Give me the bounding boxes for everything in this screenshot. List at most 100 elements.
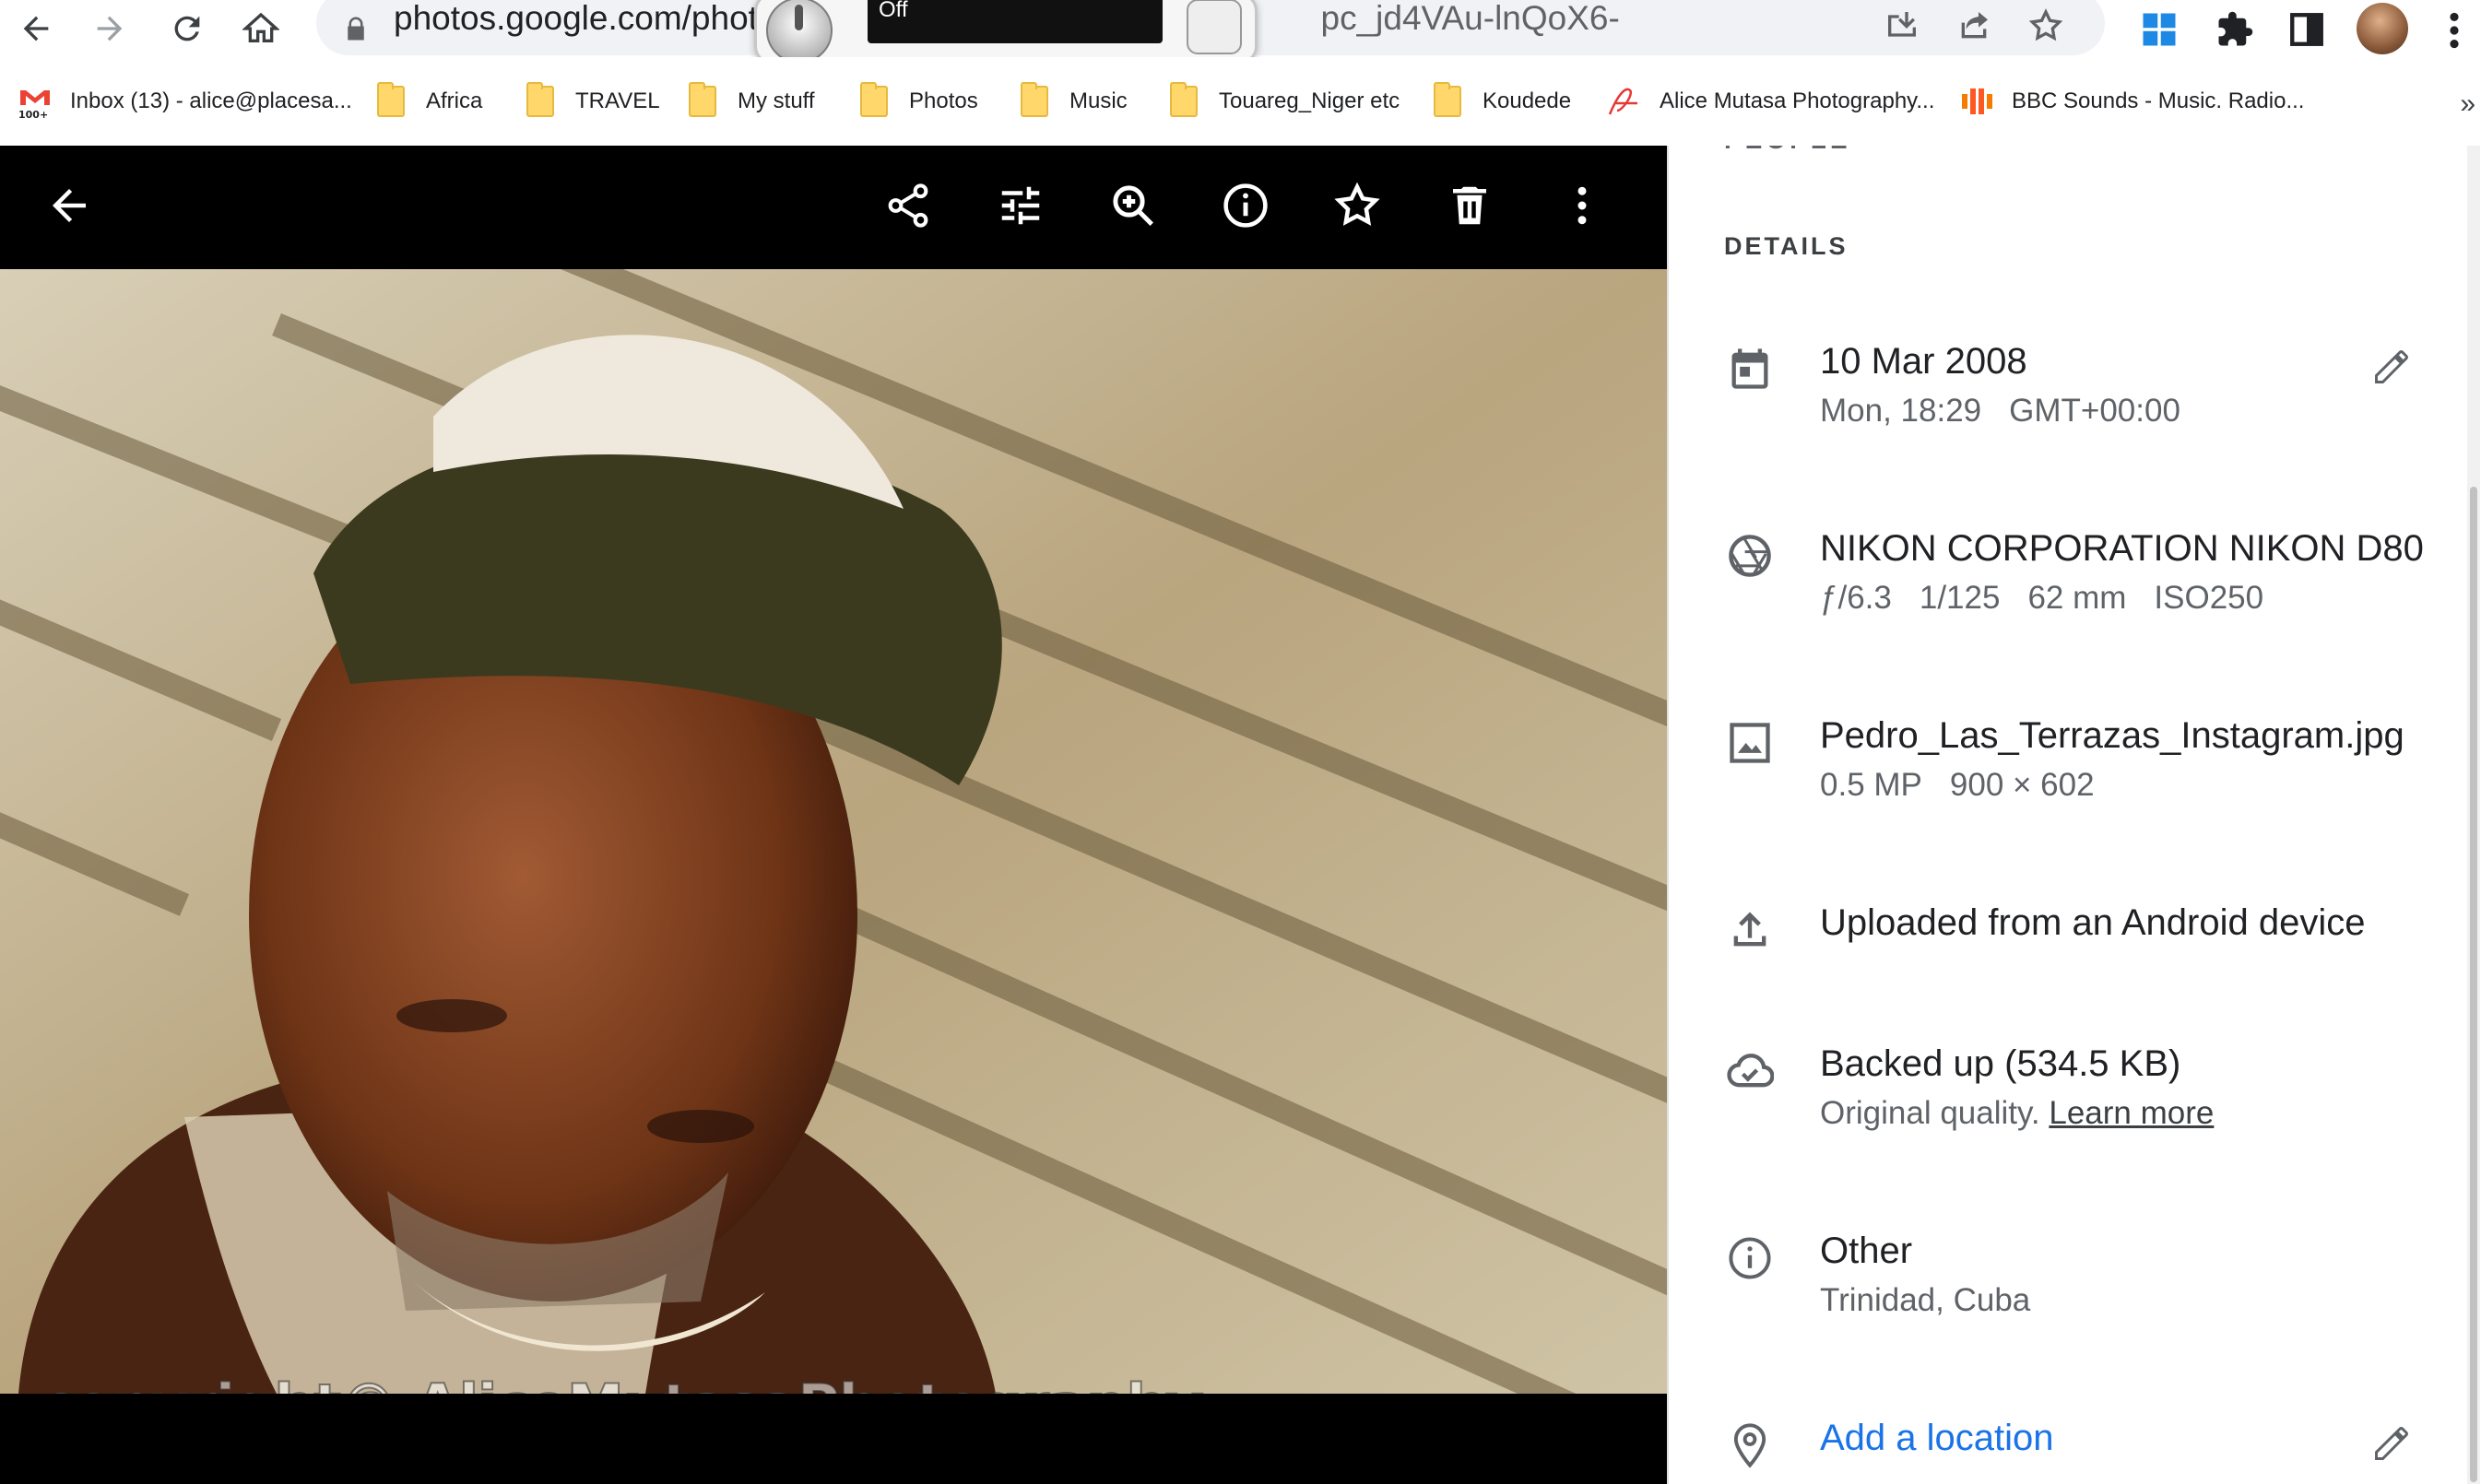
puzzle-icon	[2218, 11, 2253, 46]
delete-button[interactable]	[1437, 173, 1502, 238]
file-dimensions: 900 × 602	[1949, 767, 2095, 803]
bookmark-my-stuff[interactable]: My stuff	[684, 81, 815, 122]
file-megapixels: 0.5 MP	[1820, 767, 1922, 803]
edit-date-button[interactable]	[2371, 347, 2419, 395]
camera-toggle-icon[interactable]	[1187, 0, 1242, 54]
bookmarks-bar: 100+ Inbox (13) - alice@placesa... Afric…	[0, 57, 2481, 147]
other-place: Trinidad, Cuba	[1820, 1282, 2031, 1318]
edit-location-button[interactable]	[2371, 1423, 2419, 1471]
info-panel: PEOPLE DETAILS 10 Mar 2008 Mon, 18:29 GMT…	[1667, 146, 2481, 1484]
bookmark-touareg[interactable]: Touareg_Niger etc	[1165, 81, 1400, 122]
photo-viewer: copyright© AliceMutasaPhotography	[0, 146, 1667, 1484]
folder-icon	[522, 82, 559, 120]
bookmark-label: My stuff	[738, 88, 815, 113]
more-options-button[interactable]	[1550, 173, 1614, 238]
install-button[interactable]	[1880, 4, 1924, 48]
bookmark-photos[interactable]: Photos	[856, 81, 978, 122]
date-secondary: Mon, 18:29 GMT+00:00	[1820, 393, 2180, 430]
signature-icon	[1606, 83, 1643, 120]
other-label: Other	[1820, 1231, 1913, 1271]
viewer-back-button[interactable]	[37, 173, 101, 238]
bookmark-koudede[interactable]: Koudede	[1429, 81, 1571, 122]
pencil-icon	[2375, 350, 2408, 383]
reload-icon	[174, 16, 200, 41]
star-outline-icon	[1334, 182, 1380, 226]
backup-status: Backed up (534.5 KB)	[1820, 1043, 2181, 1084]
bookmark-alice-mutasa[interactable]: Alice Mutasa Photography...	[1606, 81, 1934, 122]
folder-icon	[1429, 82, 1466, 120]
cloud-done-icon	[1724, 1045, 1776, 1097]
share-page-button[interactable]	[1952, 4, 1996, 48]
bookmarks-overflow-button[interactable]: »	[2460, 88, 2475, 120]
back-button[interactable]	[13, 6, 59, 52]
camera-focal-length: 62 mm	[2027, 580, 2127, 616]
camera-iso: ISO250	[2154, 580, 2264, 616]
arrow-left-icon	[53, 189, 86, 222]
file-name: Pedro_Las_Terrazas_Instagram.jpg	[1820, 715, 2404, 756]
microphone-icon[interactable]	[766, 0, 833, 64]
install-icon	[1888, 12, 1916, 37]
share-button[interactable]	[876, 173, 940, 238]
bookmark-label: Photos	[909, 88, 978, 113]
upload-icon	[1724, 904, 1776, 956]
gmail-icon: 100+	[17, 83, 53, 120]
bookmark-label: BBC Sounds - Music. Radio...	[2012, 88, 2305, 113]
arrow-right-icon	[97, 16, 123, 41]
bbc-sounds-icon	[1958, 83, 1995, 120]
folder-icon	[684, 82, 721, 120]
bookmark-label: Koudede	[1483, 88, 1572, 113]
edit-adjust-button[interactable]	[988, 173, 1053, 238]
upload-source: Uploaded from an Android device	[1820, 902, 2366, 943]
bookmark-africa[interactable]: Africa	[372, 81, 482, 122]
windows-extension[interactable]	[2135, 6, 2183, 53]
favorite-button[interactable]	[1325, 173, 1389, 238]
bookmark-label: Africa	[426, 88, 483, 113]
image-icon	[1724, 717, 1776, 769]
folder-icon	[372, 82, 409, 120]
recorder-status: Off	[879, 0, 908, 22]
bookmark-music[interactable]: Music	[1016, 81, 1128, 122]
bookmark-label: Alice Mutasa Photography...	[1660, 88, 1935, 113]
arrow-left-icon	[23, 16, 49, 41]
add-location-link[interactable]: Add a location	[1820, 1418, 2054, 1459]
extensions-button[interactable]	[2211, 6, 2259, 53]
forward-button[interactable]	[87, 6, 133, 52]
panel-scrollbar[interactable]	[2467, 146, 2480, 1484]
info-icon	[1223, 183, 1268, 228]
url-tail: pc_jd4VAu-lnQoX6-	[1320, 0, 1620, 37]
svg-text:100+: 100+	[18, 109, 48, 120]
side-panel-icon	[2290, 13, 2323, 46]
date-time: Mon, 18:29	[1820, 393, 1982, 429]
viewer-toolbar	[0, 146, 1667, 269]
zoom-button[interactable]	[1101, 173, 1165, 238]
star-outline-icon	[2028, 8, 2063, 41]
backup-quality-text: Original quality.	[1820, 1095, 2040, 1131]
info-button[interactable]	[1213, 173, 1278, 238]
bookmark-travel[interactable]: TRAVEL	[522, 81, 660, 122]
reload-button[interactable]	[164, 6, 210, 52]
side-panel-button[interactable]	[2283, 6, 2331, 53]
bookmark-inbox[interactable]: 100+ Inbox (13) - alice@placesa...	[17, 81, 352, 122]
photo-image[interactable]: copyright© AliceMutasaPhotography	[0, 269, 1667, 1394]
camera-model: NIKON CORPORATION NIKON D80	[1820, 528, 2424, 569]
bookmark-label: Music	[1069, 88, 1128, 113]
folder-icon	[856, 82, 892, 120]
bookmark-bbc-sounds[interactable]: BBC Sounds - Music. Radio...	[1958, 81, 2304, 122]
scrollbar-thumb[interactable]	[2470, 487, 2477, 1482]
share-icon	[888, 183, 928, 228]
location-pin-icon	[1724, 1419, 1776, 1471]
bookmark-label: Inbox (13) - alice@placesa...	[70, 88, 352, 113]
profile-avatar[interactable]	[2357, 3, 2408, 54]
bookmark-star-button[interactable]	[2024, 4, 2068, 48]
browser-toolbar: photos.google.com/photo pc_jd4VAu-lnQoX6-…	[0, 0, 2481, 65]
screen-recorder-overlay[interactable]: Off	[754, 0, 1258, 65]
browser-menu-icon[interactable]	[2436, 7, 2473, 53]
file-info: 0.5 MP 900 × 602	[1820, 767, 2095, 804]
bookmark-label: TRAVEL	[575, 88, 660, 113]
pencil-icon	[2375, 1427, 2408, 1460]
camera-settings: ƒ/6.3 1/125 62 mm ISO250	[1820, 580, 2263, 617]
home-button[interactable]	[238, 6, 284, 52]
aperture-icon	[1724, 530, 1776, 582]
learn-more-link[interactable]: Learn more	[2049, 1095, 2214, 1131]
info-icon	[1724, 1232, 1776, 1284]
